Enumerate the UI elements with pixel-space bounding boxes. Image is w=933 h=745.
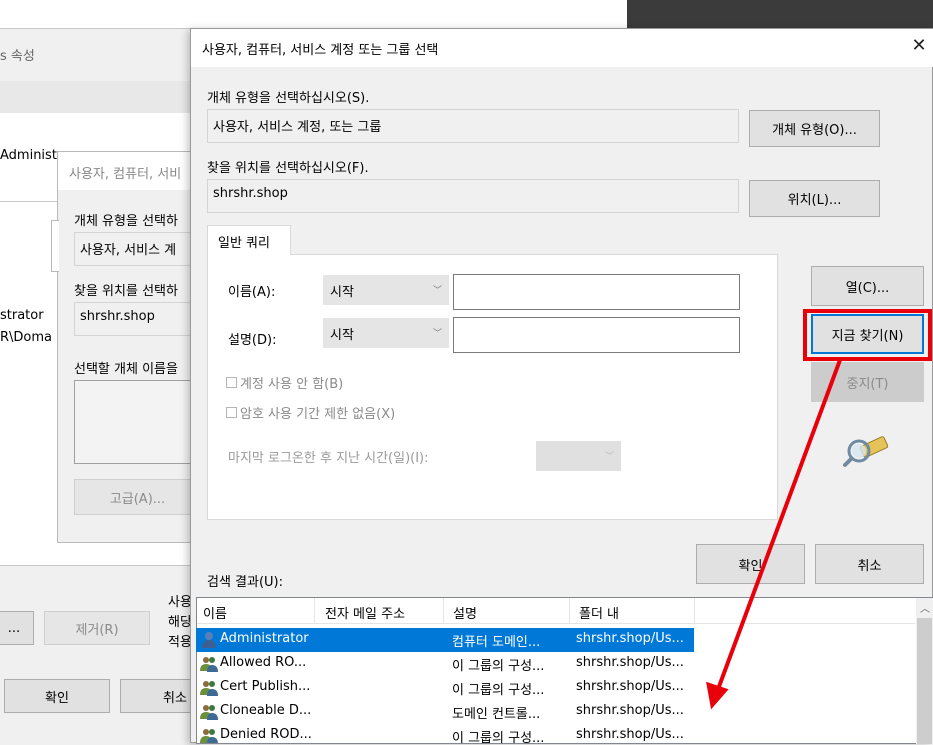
- back-dialog-title: 사용자, 컴퓨터, 서비: [69, 167, 182, 182]
- group-icon: [200, 705, 218, 720]
- back-location-label: 찾을 위치를 선택하: [74, 284, 178, 299]
- location-label: 찾을 위치를 선택하십시오(F).: [207, 161, 369, 176]
- chevron-down-icon: ﹀: [432, 329, 442, 339]
- back-names-textarea[interactable]: [74, 380, 201, 464]
- back-dialog-edge: [51, 220, 59, 272]
- back-enter-names-label: 선택할 개체 이름을: [74, 362, 178, 377]
- chevron-down-icon: ﹀: [432, 286, 442, 296]
- result-folder: shrshr.shop/Us...: [576, 703, 684, 718]
- column-header-description[interactable]: 설명: [453, 603, 477, 622]
- result-description: 이 그룹의 구성...: [452, 683, 545, 698]
- checkbox-icon: [226, 377, 237, 388]
- cancel-button[interactable]: 취소: [815, 544, 924, 584]
- result-description: 컴퓨터 도메인...: [452, 635, 541, 650]
- ok-button[interactable]: 확인: [696, 544, 805, 584]
- location-field: shrshr.shop: [207, 179, 739, 213]
- table-row[interactable]: Denied ROD... 이 그룹의 구성... shrshr.shop/Us…: [196, 724, 696, 743]
- result-name: Cloneable D...: [220, 703, 312, 718]
- result-name: Denied ROD...: [220, 727, 312, 742]
- column-divider: [314, 598, 315, 624]
- description-input[interactable]: [453, 317, 740, 353]
- group-icon: [200, 657, 218, 672]
- result-name: Administrator: [220, 631, 309, 646]
- results-header: 이름 전자 메일 주소 설명 폴더 내: [197, 598, 915, 624]
- object-types-button[interactable]: 개체 유형(O)...: [749, 110, 880, 147]
- group-icon: [200, 681, 218, 696]
- result-folder: shrshr.shop/Us...: [576, 679, 684, 694]
- result-name: Cert Publish...: [220, 679, 311, 694]
- back-object-type-label: 개체 유형을 선택하: [74, 214, 178, 229]
- last-logon-combo[interactable]: ﹀: [536, 441, 621, 471]
- select-dialog-back: 사용자, 컴퓨터, 서비 개체 유형을 선택하 사용자, 서비스 계 찾을 위치…: [57, 151, 201, 543]
- properties-header-strip: [0, 81, 200, 113]
- results-label: 검색 결과(U):: [207, 575, 284, 590]
- stop-button[interactable]: 중지(T): [811, 362, 924, 402]
- checkbox-icon: [226, 407, 237, 418]
- description-label: 설명(D):: [228, 333, 277, 348]
- result-name: Allowed RO...: [220, 655, 307, 670]
- vertical-scrollbar[interactable]: ︿: [916, 598, 933, 744]
- chevron-down-icon: ﹀: [604, 452, 614, 462]
- search-flashlight-icon: [843, 436, 889, 467]
- dark-background: [627, 0, 933, 28]
- column-header-folder[interactable]: 폴더 내: [579, 603, 619, 622]
- result-folder: shrshr.shop/Us...: [576, 727, 684, 742]
- last-logon-label: 마지막 로그온한 후 지난 시간(일)(I):: [228, 451, 429, 466]
- tab-general-query-label: 일반 쿼리: [218, 236, 270, 251]
- find-now-highlight-box: [803, 309, 932, 361]
- disabled-accounts-checkbox[interactable]: 계정 사용 안 함(B): [226, 373, 343, 392]
- note-line-1: 사용: [168, 595, 192, 610]
- table-row[interactable]: Allowed RO... 이 그룹의 구성... shrshr.shop/Us…: [196, 652, 696, 676]
- locations-button[interactable]: 위치(L)...: [749, 180, 880, 217]
- properties-ok-button[interactable]: 확인: [4, 679, 110, 713]
- result-folder: shrshr.shop/Us...: [576, 655, 684, 670]
- columns-button[interactable]: 열(C)...: [811, 266, 924, 306]
- result-description: 이 그룹의 구성...: [452, 731, 545, 743]
- note-line-3: 적용: [168, 635, 192, 650]
- object-type-label: 개체 유형을 선택하십시오(S).: [207, 91, 370, 106]
- non-expiring-label: 암호 사용 기간 제한 없음(X): [240, 407, 396, 422]
- object-type-field: 사용자, 서비스 계정, 또는 그룹: [207, 109, 739, 143]
- result-folder: shrshr.shop/Us...: [576, 631, 684, 646]
- name-mode-combo[interactable]: 시작 ﹀: [323, 275, 449, 305]
- column-divider: [694, 598, 695, 624]
- properties-title: s 속성: [0, 49, 35, 64]
- table-row[interactable]: Cloneable D... 도메인 컨트롤... shrshr.shop/Us…: [196, 700, 696, 724]
- back-advanced-button[interactable]: 고급(A)...: [74, 479, 201, 515]
- name-label: 이름(A):: [228, 285, 276, 300]
- query-panel: 이름(A): 시작 ﹀ 설명(D): 시작 ﹀ 계정 사용 안 함(B) 암호 사용…: [207, 254, 778, 520]
- list-text-1: strator: [0, 308, 44, 323]
- tab-general-query[interactable]: 일반 쿼리: [207, 225, 291, 255]
- ellipsis-button[interactable]: ...: [0, 611, 34, 645]
- dialog-title: 사용자, 컴퓨터, 서비스 계정 또는 그룹 선택: [202, 43, 439, 58]
- column-divider: [443, 598, 444, 624]
- list-text-2: R\Doma: [0, 330, 53, 345]
- user-icon: [202, 632, 216, 648]
- admin-text: Administ: [0, 148, 57, 163]
- close-icon[interactable]: ✕: [907, 34, 931, 58]
- non-expiring-checkbox[interactable]: 암호 사용 기간 제한 없음(X): [226, 403, 395, 422]
- column-header-name[interactable]: 이름: [203, 603, 227, 622]
- properties-cancel-button[interactable]: 취소: [120, 679, 200, 713]
- back-location-field: shrshr.shop: [74, 302, 201, 336]
- table-row[interactable]: Cert Publish... 이 그룹의 구성... shrshr.shop/…: [196, 676, 696, 700]
- result-description: 도메인 컨트롤...: [452, 707, 541, 722]
- group-icon: [200, 729, 218, 743]
- disabled-accounts-label: 계정 사용 안 함(B): [240, 377, 344, 392]
- description-mode-combo[interactable]: 시작 ﹀: [323, 318, 449, 348]
- name-input[interactable]: [453, 274, 740, 310]
- result-description: 이 그룹의 구성...: [452, 659, 545, 674]
- column-header-email[interactable]: 전자 메일 주소: [325, 603, 405, 622]
- scroll-up-icon[interactable]: ︿: [920, 600, 930, 615]
- remove-button[interactable]: 제거(R): [44, 611, 150, 645]
- table-row[interactable]: Administrator 컴퓨터 도메인... shrshr.shop/Us.…: [196, 628, 696, 652]
- scrollbar-thumb[interactable]: [917, 618, 932, 744]
- column-divider: [569, 598, 570, 624]
- back-object-type-field: 사용자, 서비스 계: [74, 232, 201, 266]
- note-line-2: 해당: [168, 615, 192, 630]
- properties-divider: [0, 201, 60, 202]
